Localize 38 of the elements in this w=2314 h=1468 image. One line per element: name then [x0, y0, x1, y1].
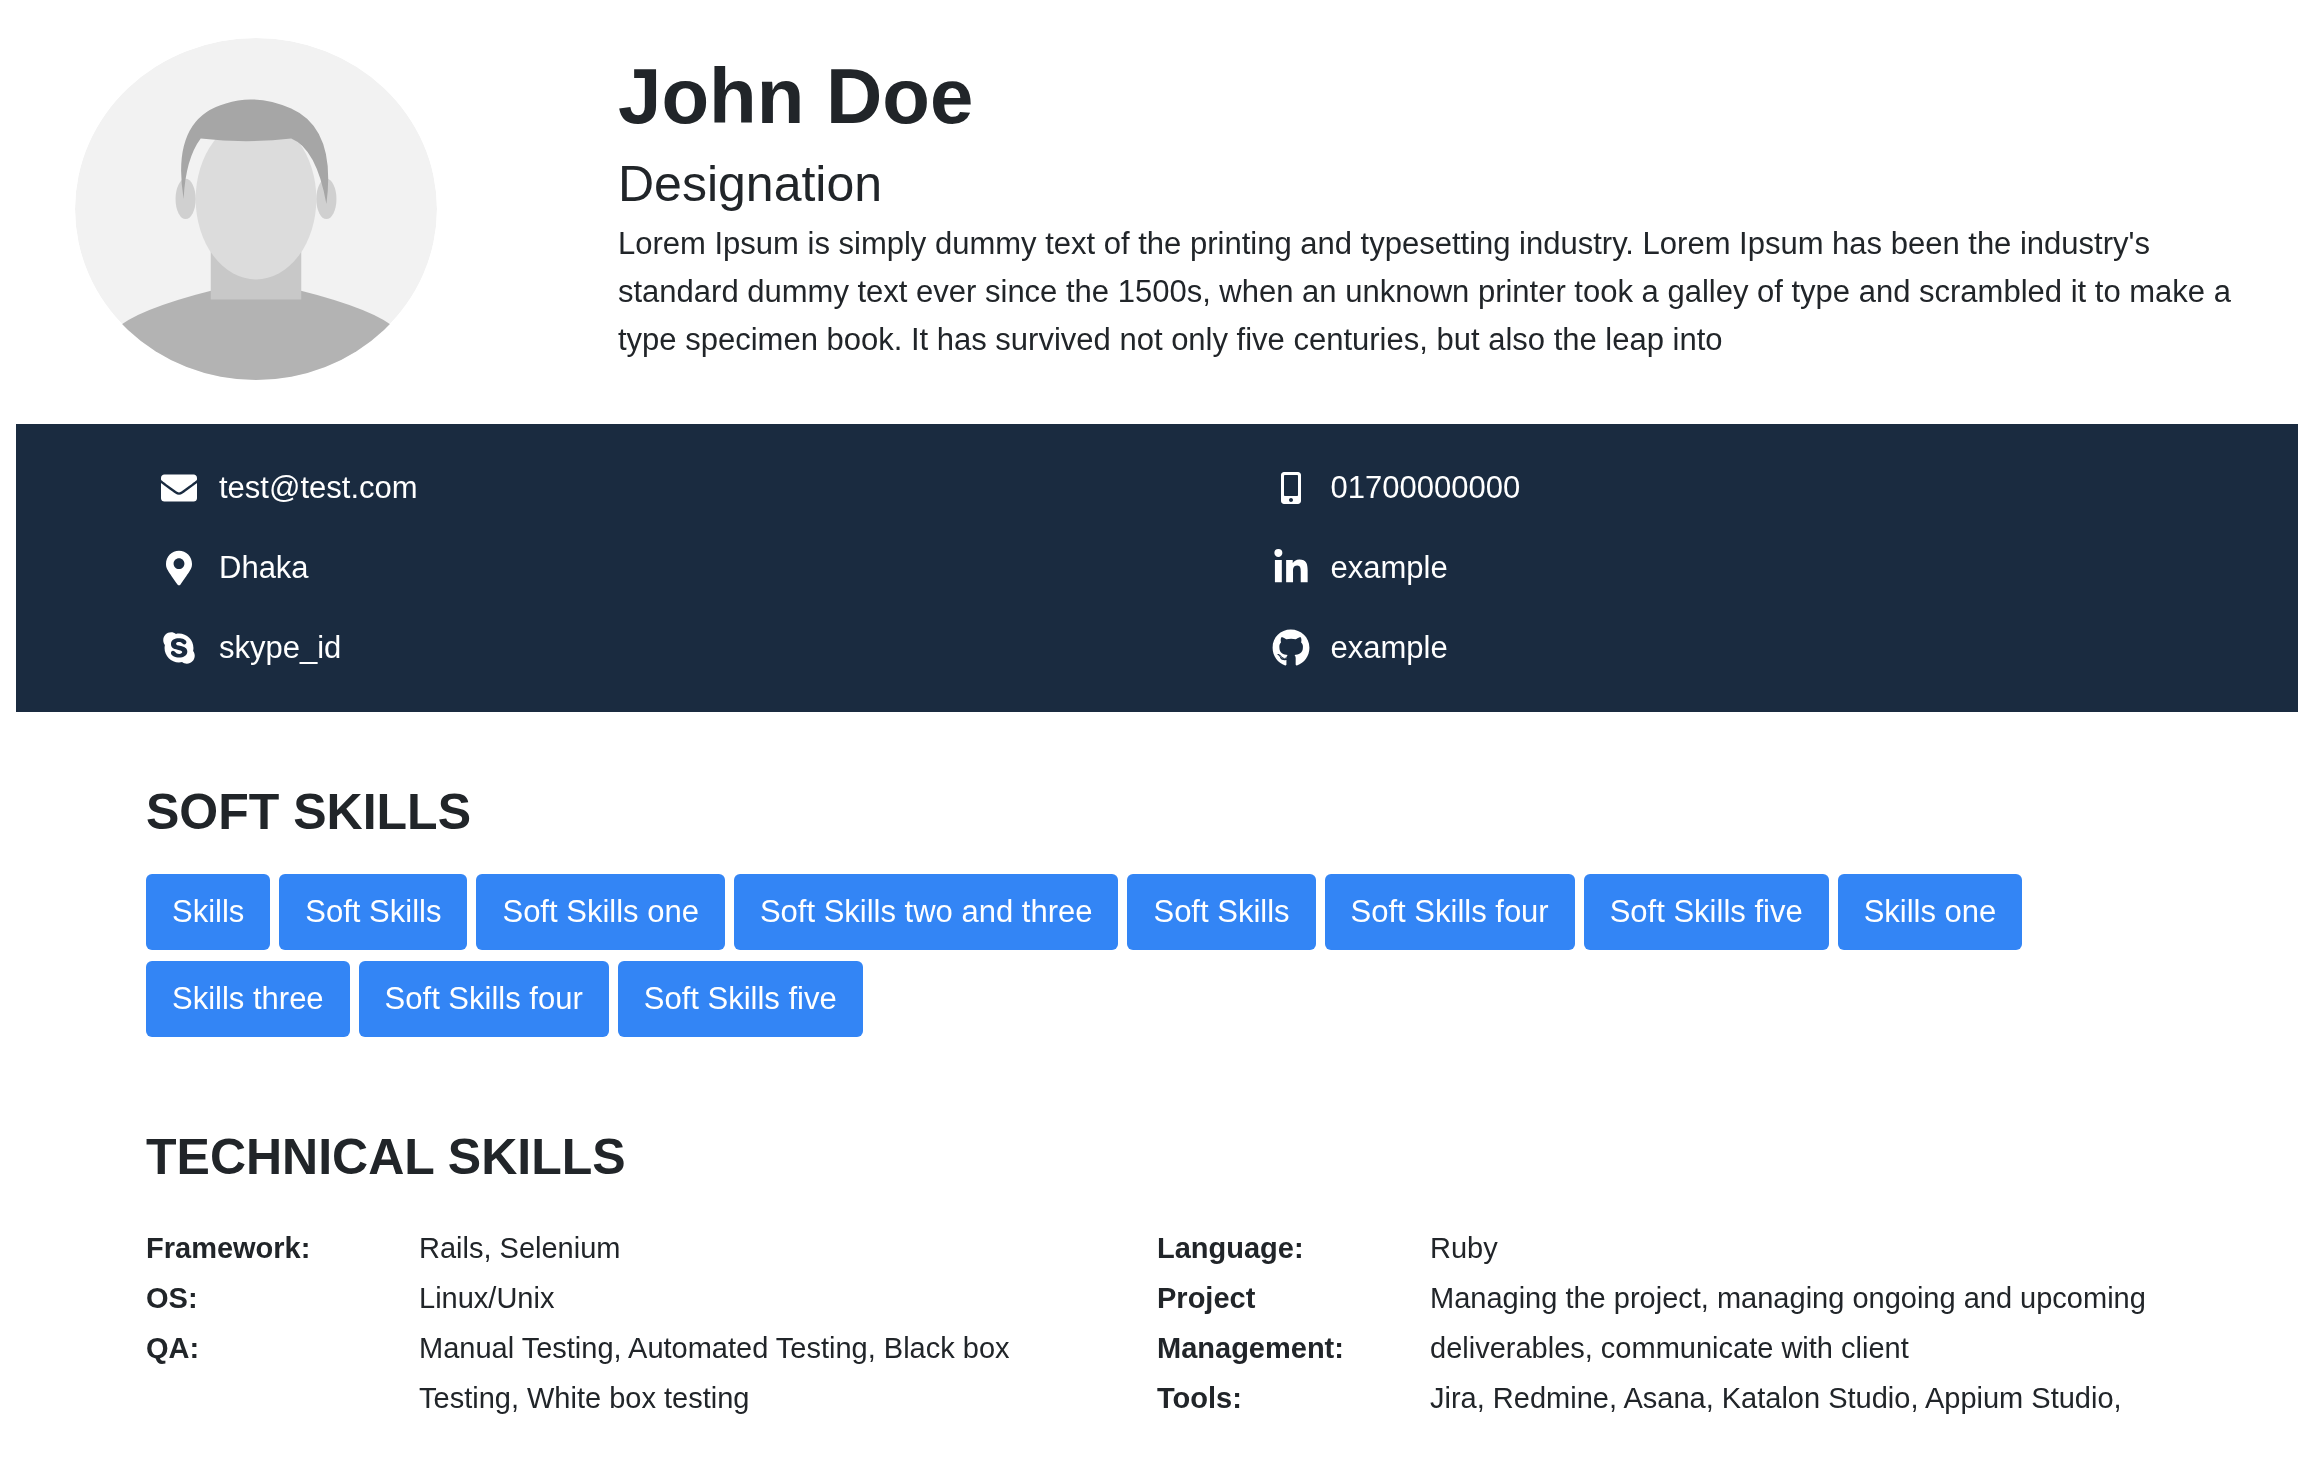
phone-icon	[1279, 472, 1302, 504]
skill-label: QA:	[146, 1331, 201, 1366]
bio-paragraph: Lorem Ipsum is simply dummy text of the printing and typesetting industry. Lorem Ipsum has been the industry's standard dummy text ever since the 1500s, when an unknown printer took a galley of type and scrambled it to make a type specimen book. It has survived not only five centuries, but also the leap into	[618, 224, 2232, 359]
skill-tag: Skills three	[146, 961, 350, 1037]
contact-text: 01700000000	[1330, 468, 1521, 507]
skill-value: Ruby	[1430, 1231, 1499, 1266]
skill-tag: Skills	[146, 874, 271, 950]
section-heading: SOFT SKILLS	[146, 783, 472, 842]
skill-label: OS:	[146, 1281, 199, 1316]
contact-text: skype_id	[219, 628, 342, 667]
skill-tag: Soft Skills five	[1583, 874, 1829, 950]
section-heading: TECHNICAL SKILLS	[146, 1128, 627, 1187]
skype-icon	[161, 630, 197, 666]
skill-tag: Soft Skills five	[617, 961, 863, 1037]
github-icon	[1271, 629, 1310, 667]
person-name: John Doe	[618, 51, 975, 142]
skill-tag: Soft Skills one	[476, 874, 725, 950]
skill-tag: Soft Skills four	[1324, 874, 1575, 950]
skill-value: Jira, Redmine, Asana, Katalon Studio, Appium Studio,	[1430, 1381, 2123, 1416]
skill-tag: Skills one	[1837, 874, 2023, 950]
map-pin-icon	[166, 550, 192, 586]
skill-tag: Soft Skills four	[358, 961, 609, 1037]
skill-label: Tools:	[1157, 1381, 1243, 1416]
skill-value: Manual Testing, Automated Testing, Black box Testing, White box testing	[419, 1331, 1011, 1416]
skill-tag: Soft Skills	[279, 874, 468, 950]
contact-text: test@test.com	[219, 468, 418, 507]
skill-tag: Soft Skills two and three	[733, 874, 1119, 950]
contact-text: Dhaka	[219, 548, 309, 587]
contact-text: example	[1330, 548, 1448, 587]
skill-tag: Soft Skills	[1127, 874, 1316, 950]
skill-value: Managing the project, managing ongoing and upcoming deliverables, communicate with client	[1430, 1281, 2147, 1366]
skill-value: Rails, Selenium	[419, 1231, 622, 1266]
designation: Designation	[618, 154, 884, 214]
skill-label: Project Management:	[1157, 1281, 1345, 1366]
contact-text: example	[1330, 628, 1448, 667]
skill-label: Framework:	[146, 1231, 312, 1266]
skill-label: Language:	[1157, 1231, 1305, 1266]
skill-value: Linux/Unix	[419, 1281, 556, 1316]
